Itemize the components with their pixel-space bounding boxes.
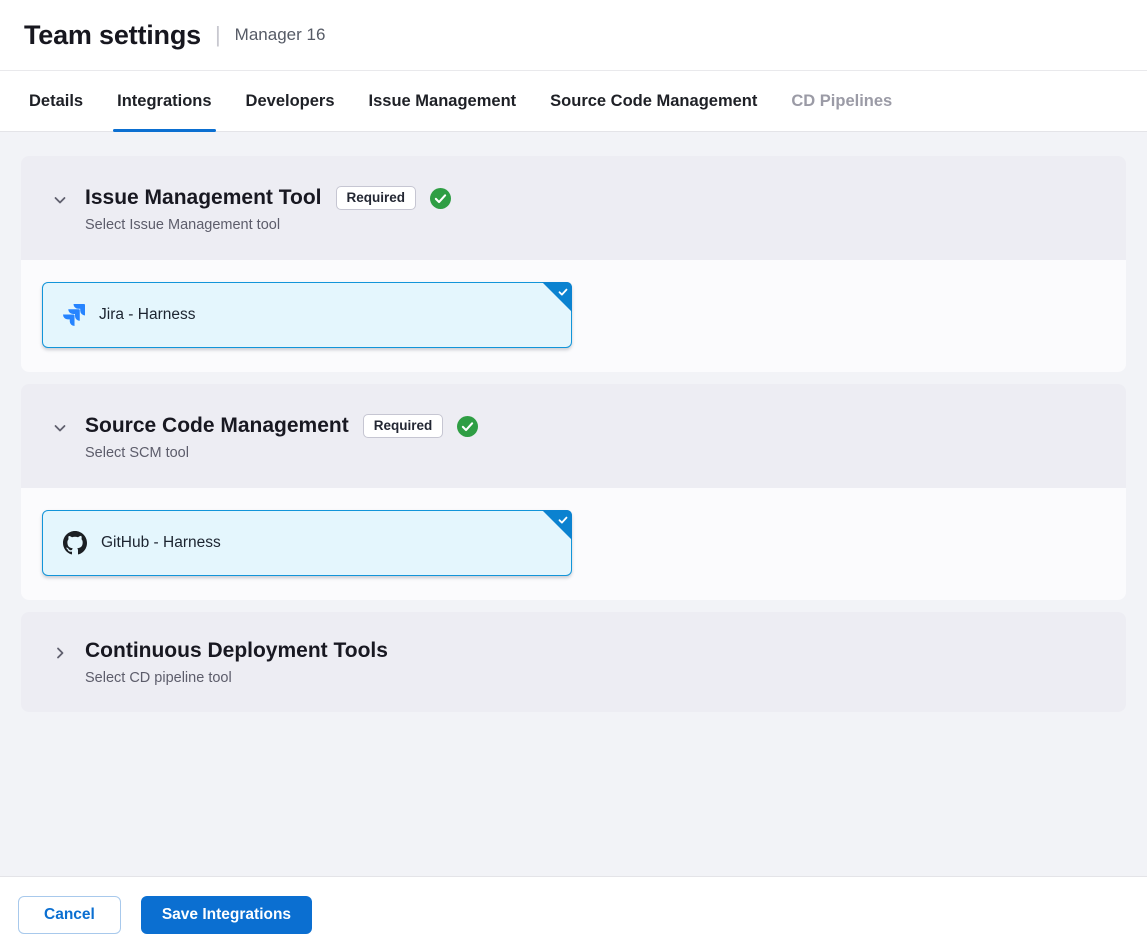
tab-integrations[interactable]: Integrations (100, 71, 228, 131)
required-badge: Required (336, 186, 417, 210)
tab-issue-management[interactable]: Issue Management (352, 71, 534, 131)
chevron-down-icon[interactable] (51, 419, 69, 437)
tab-developers[interactable]: Developers (229, 71, 352, 131)
section-subtitle: Select Issue Management tool (85, 217, 451, 233)
cancel-button[interactable]: Cancel (18, 896, 121, 934)
success-check-icon (430, 188, 451, 209)
section-header-text: Continuous Deployment Tools Select CD pi… (85, 639, 388, 686)
page-title: Team settings (24, 20, 201, 51)
save-integrations-button[interactable]: Save Integrations (141, 896, 312, 934)
section-subtitle: Select SCM tool (85, 445, 478, 461)
tab-bar: Details Integrations Developers Issue Ma… (0, 71, 1147, 132)
section-header-text: Issue Management Tool Required Select Is… (85, 186, 451, 233)
title-divider: | (215, 22, 221, 48)
required-badge: Required (363, 414, 444, 438)
section-issue-management-tool: Issue Management Tool Required Select Is… (21, 156, 1126, 372)
tool-card-label: Jira - Harness (99, 306, 195, 324)
tool-card-label: GitHub - Harness (101, 534, 221, 552)
section-issue-management-header[interactable]: Issue Management Tool Required Select Is… (21, 156, 1126, 260)
github-icon (63, 531, 87, 555)
page-header: Team settings | Manager 16 (0, 0, 1147, 71)
section-scm-body: GitHub - Harness (21, 488, 1126, 600)
tool-card-github-harness[interactable]: GitHub - Harness (42, 510, 572, 576)
section-cd-header[interactable]: Continuous Deployment Tools Select CD pi… (21, 612, 1126, 712)
selected-check-icon (542, 510, 572, 540)
section-scm-header[interactable]: Source Code Management Required Select S… (21, 384, 1126, 488)
tab-source-code-management[interactable]: Source Code Management (533, 71, 774, 131)
tab-details[interactable]: Details (12, 71, 100, 131)
team-settings-page: Team settings | Manager 16 Details Integ… (0, 0, 1147, 952)
section-issue-management-body: Jira - Harness (21, 260, 1126, 372)
section-title: Issue Management Tool (85, 186, 322, 210)
tab-cd-pipelines: CD Pipelines (774, 71, 909, 131)
jira-icon (63, 304, 85, 326)
tool-card-jira-harness[interactable]: Jira - Harness (42, 282, 572, 348)
section-source-code-management: Source Code Management Required Select S… (21, 384, 1126, 600)
section-header-text: Source Code Management Required Select S… (85, 414, 478, 461)
action-footer: Cancel Save Integrations (0, 876, 1147, 952)
section-title: Source Code Management (85, 414, 349, 438)
section-subtitle: Select CD pipeline tool (85, 670, 388, 686)
team-name-label: Manager 16 (235, 25, 326, 45)
section-continuous-deployment-tools: Continuous Deployment Tools Select CD pi… (21, 612, 1126, 712)
success-check-icon (457, 416, 478, 437)
section-title: Continuous Deployment Tools (85, 639, 388, 663)
chevron-down-icon[interactable] (51, 191, 69, 209)
chevron-right-icon[interactable] (51, 644, 69, 662)
integrations-content: Issue Management Tool Required Select Is… (0, 132, 1147, 876)
selected-check-icon (542, 282, 572, 312)
